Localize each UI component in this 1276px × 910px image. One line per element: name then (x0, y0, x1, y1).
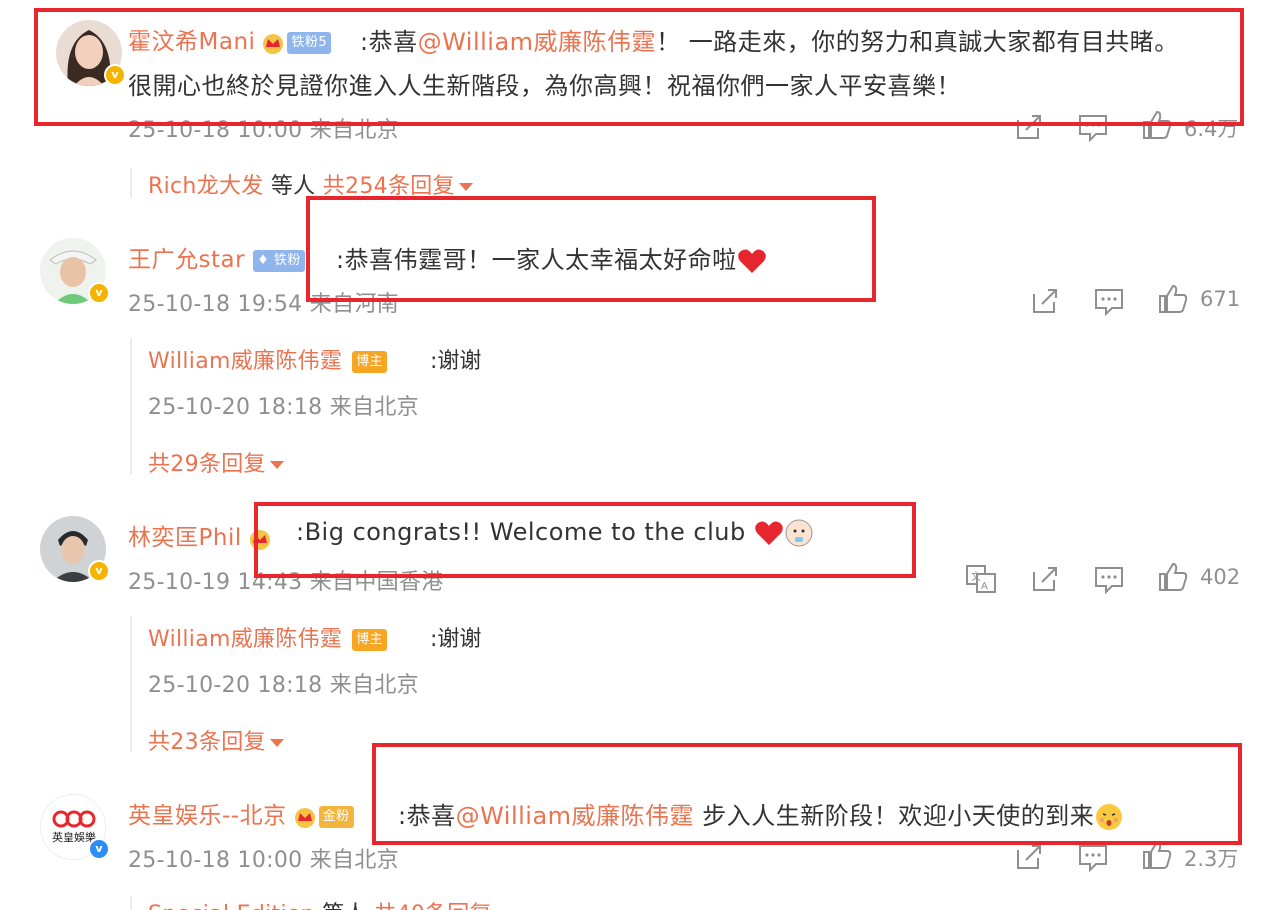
more-replies-link[interactable]: 共23条回复 (148, 724, 284, 756)
comment-meta: 25-10-18 10:00 来自北京 (128, 848, 399, 873)
avatar[interactable]: 英皇娛樂 v (40, 794, 110, 860)
avatar[interactable]: v (40, 238, 110, 304)
like-count: 2.3万 (1184, 847, 1239, 871)
svg-text:A: A (981, 581, 988, 592)
like-count: 671 (1200, 287, 1241, 311)
crown-icon (294, 807, 315, 828)
replies-summary[interactable]: Special Edition 等人 共40条回复 (148, 896, 510, 910)
avatar[interactable]: v (40, 516, 110, 582)
reply-meta: 25-10-20 18:18 来自北京 (148, 395, 419, 420)
comment-icon[interactable] (1092, 284, 1126, 318)
highlight-box (254, 502, 916, 578)
comment-icon[interactable] (1076, 840, 1110, 874)
reply-text: :谢谢 (430, 349, 482, 374)
author-badge: 博主 (352, 351, 387, 373)
chevron-down-icon (269, 739, 284, 747)
reply-divider (130, 616, 132, 752)
reply-username[interactable]: William威廉陈伟霆 博主 (148, 621, 387, 653)
like-icon[interactable] (1156, 282, 1190, 316)
fan-badge: 金粉 (318, 805, 354, 828)
highlight-box (34, 8, 1244, 126)
chevron-down-icon (458, 183, 473, 191)
more-replies-link[interactable]: 共29条回复 (148, 446, 284, 478)
verified-badge-icon: v (88, 560, 110, 582)
like-icon[interactable] (1156, 560, 1190, 594)
chevron-down-icon (269, 461, 284, 469)
forward-icon[interactable] (1028, 562, 1062, 596)
reply-divider (130, 896, 132, 910)
comment-icon[interactable] (1092, 562, 1126, 596)
forward-icon[interactable] (1012, 840, 1046, 874)
verified-badge-icon: v (88, 838, 110, 860)
forward-icon[interactable] (1028, 284, 1062, 318)
reply-username[interactable]: William威廉陈伟霆 博主 (148, 343, 387, 375)
reply-text: :谢谢 (430, 627, 482, 652)
translate-icon[interactable]: 文A (964, 562, 998, 596)
author-badge: 博主 (352, 629, 387, 651)
comment-username[interactable]: 王广允star ♦ 铁粉 (128, 240, 305, 274)
highlight-box (306, 196, 876, 302)
replies-summary-user[interactable]: Special Edition (148, 902, 315, 910)
verified-badge-icon: v (88, 282, 110, 304)
highlight-box (372, 743, 1242, 845)
reply-divider (130, 338, 132, 474)
like-count: 402 (1200, 565, 1241, 589)
comment-username[interactable]: 英皇娱乐--北京 金粉 (128, 796, 354, 830)
fan-badge: ♦ 铁粉 (253, 249, 305, 272)
svg-text:文: 文 (971, 570, 981, 583)
comment-username[interactable]: 林奕匡Phil (128, 518, 272, 552)
reply-meta: 25-10-20 18:18 来自北京 (148, 673, 419, 698)
reply-divider (130, 168, 132, 198)
replies-summary-user[interactable]: Rich龙大发 (148, 174, 264, 199)
